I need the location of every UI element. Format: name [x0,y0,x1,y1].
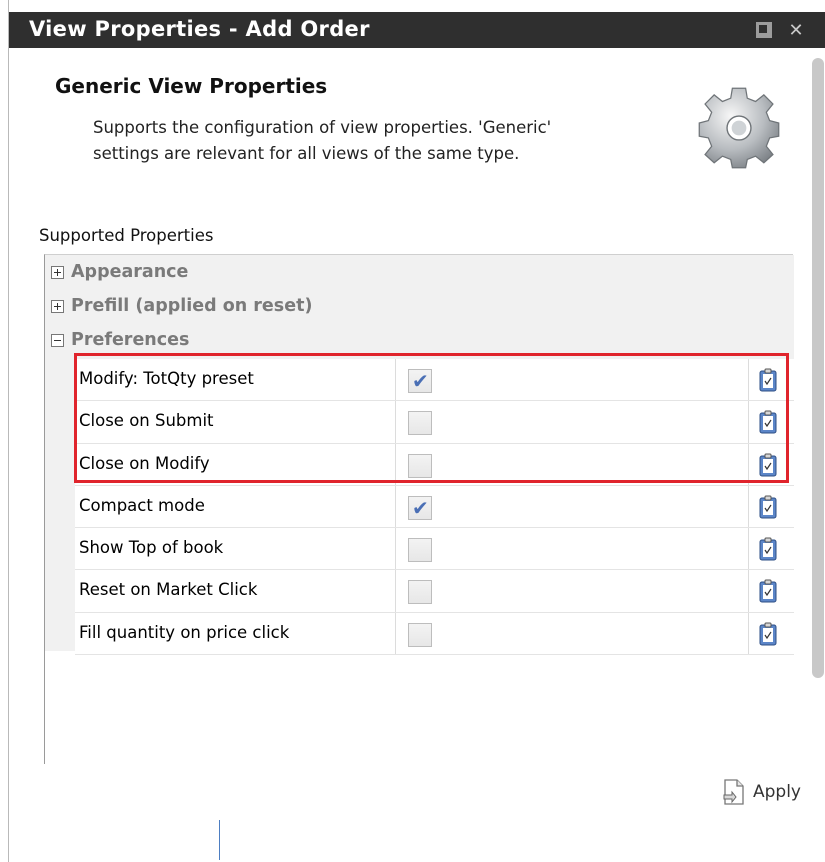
header-title: Generic View Properties [55,74,328,98]
window-title: View Properties - Add Order [29,17,370,41]
clipboard-icon[interactable] [759,537,777,561]
properties-tree: Appearance Prefill (applied on reset) Pr… [44,254,794,764]
property-name: Modify: TotQty preset [79,369,254,388]
group-label: Preferences [71,330,190,350]
scrollbar-thumb[interactable] [812,58,824,678]
clipboard-icon[interactable] [759,579,777,603]
property-name: Reset on Market Click [79,580,258,600]
title-bar: View Properties - Add Order ✕ [9,12,825,48]
table-row: Modify: TotQty preset ✔ [75,359,794,402]
property-checkbox[interactable] [408,622,432,647]
group-preferences[interactable]: Preferences [51,325,189,355]
supported-properties-label: Supported Properties [39,226,214,245]
clipboard-icon[interactable] [759,410,777,434]
table-row: Reset on Market Click [75,570,794,613]
apply-button[interactable]: Apply [723,778,801,806]
clipboard-icon[interactable] [759,368,777,392]
expand-plus-icon[interactable] [51,265,64,279]
property-name: Close on Submit [79,411,214,431]
table-row: Fill quantity on price click [75,612,794,656]
close-x-icon[interactable]: ✕ [785,21,807,40]
apply-label: Apply [753,782,801,802]
property-name: Compact mode [79,495,205,515]
group-prefill[interactable]: Prefill (applied on reset) [51,291,312,321]
property-checkbox[interactable] [408,411,432,436]
property-checkbox[interactable]: ✔ [408,495,432,520]
header-description: Supports the configuration of view prope… [93,118,552,163]
table-row: Compact mode ✔ [75,485,794,529]
expand-plus-icon[interactable] [51,299,64,313]
property-checkbox[interactable] [408,538,432,563]
collapse-minus-icon[interactable] [51,333,64,347]
preferences-table: Modify: TotQty preset ✔ Close on Submit … [75,359,794,656]
property-checkbox[interactable] [408,580,432,605]
divider [219,820,220,860]
apply-document-icon [723,779,744,805]
table-row: Show Top of book [75,528,794,571]
restore-window-icon[interactable] [753,21,775,40]
group-appearance[interactable]: Appearance [51,257,188,287]
clipboard-icon[interactable] [759,622,777,646]
property-name: Show Top of book [79,538,224,558]
table-row: Close on Modify [75,443,794,486]
clipboard-icon[interactable] [759,495,777,519]
group-label: Prefill (applied on reset) [71,296,313,316]
gear-icon [698,87,780,169]
group-label: Appearance [71,262,189,282]
table-row: Close on Submit [75,401,794,444]
property-checkbox[interactable] [408,453,432,478]
checkmark-icon: ✔ [412,369,429,393]
property-name: Fill quantity on price click [79,622,290,642]
property-checkbox[interactable]: ✔ [408,369,432,393]
property-name: Close on Modify [79,453,210,473]
checkmark-icon: ✔ [412,495,429,520]
vertical-scrollbar[interactable] [806,54,825,694]
clipboard-icon[interactable] [759,453,777,477]
view-properties-window: View Properties - Add Order ✕ Generic Vi… [8,0,825,862]
